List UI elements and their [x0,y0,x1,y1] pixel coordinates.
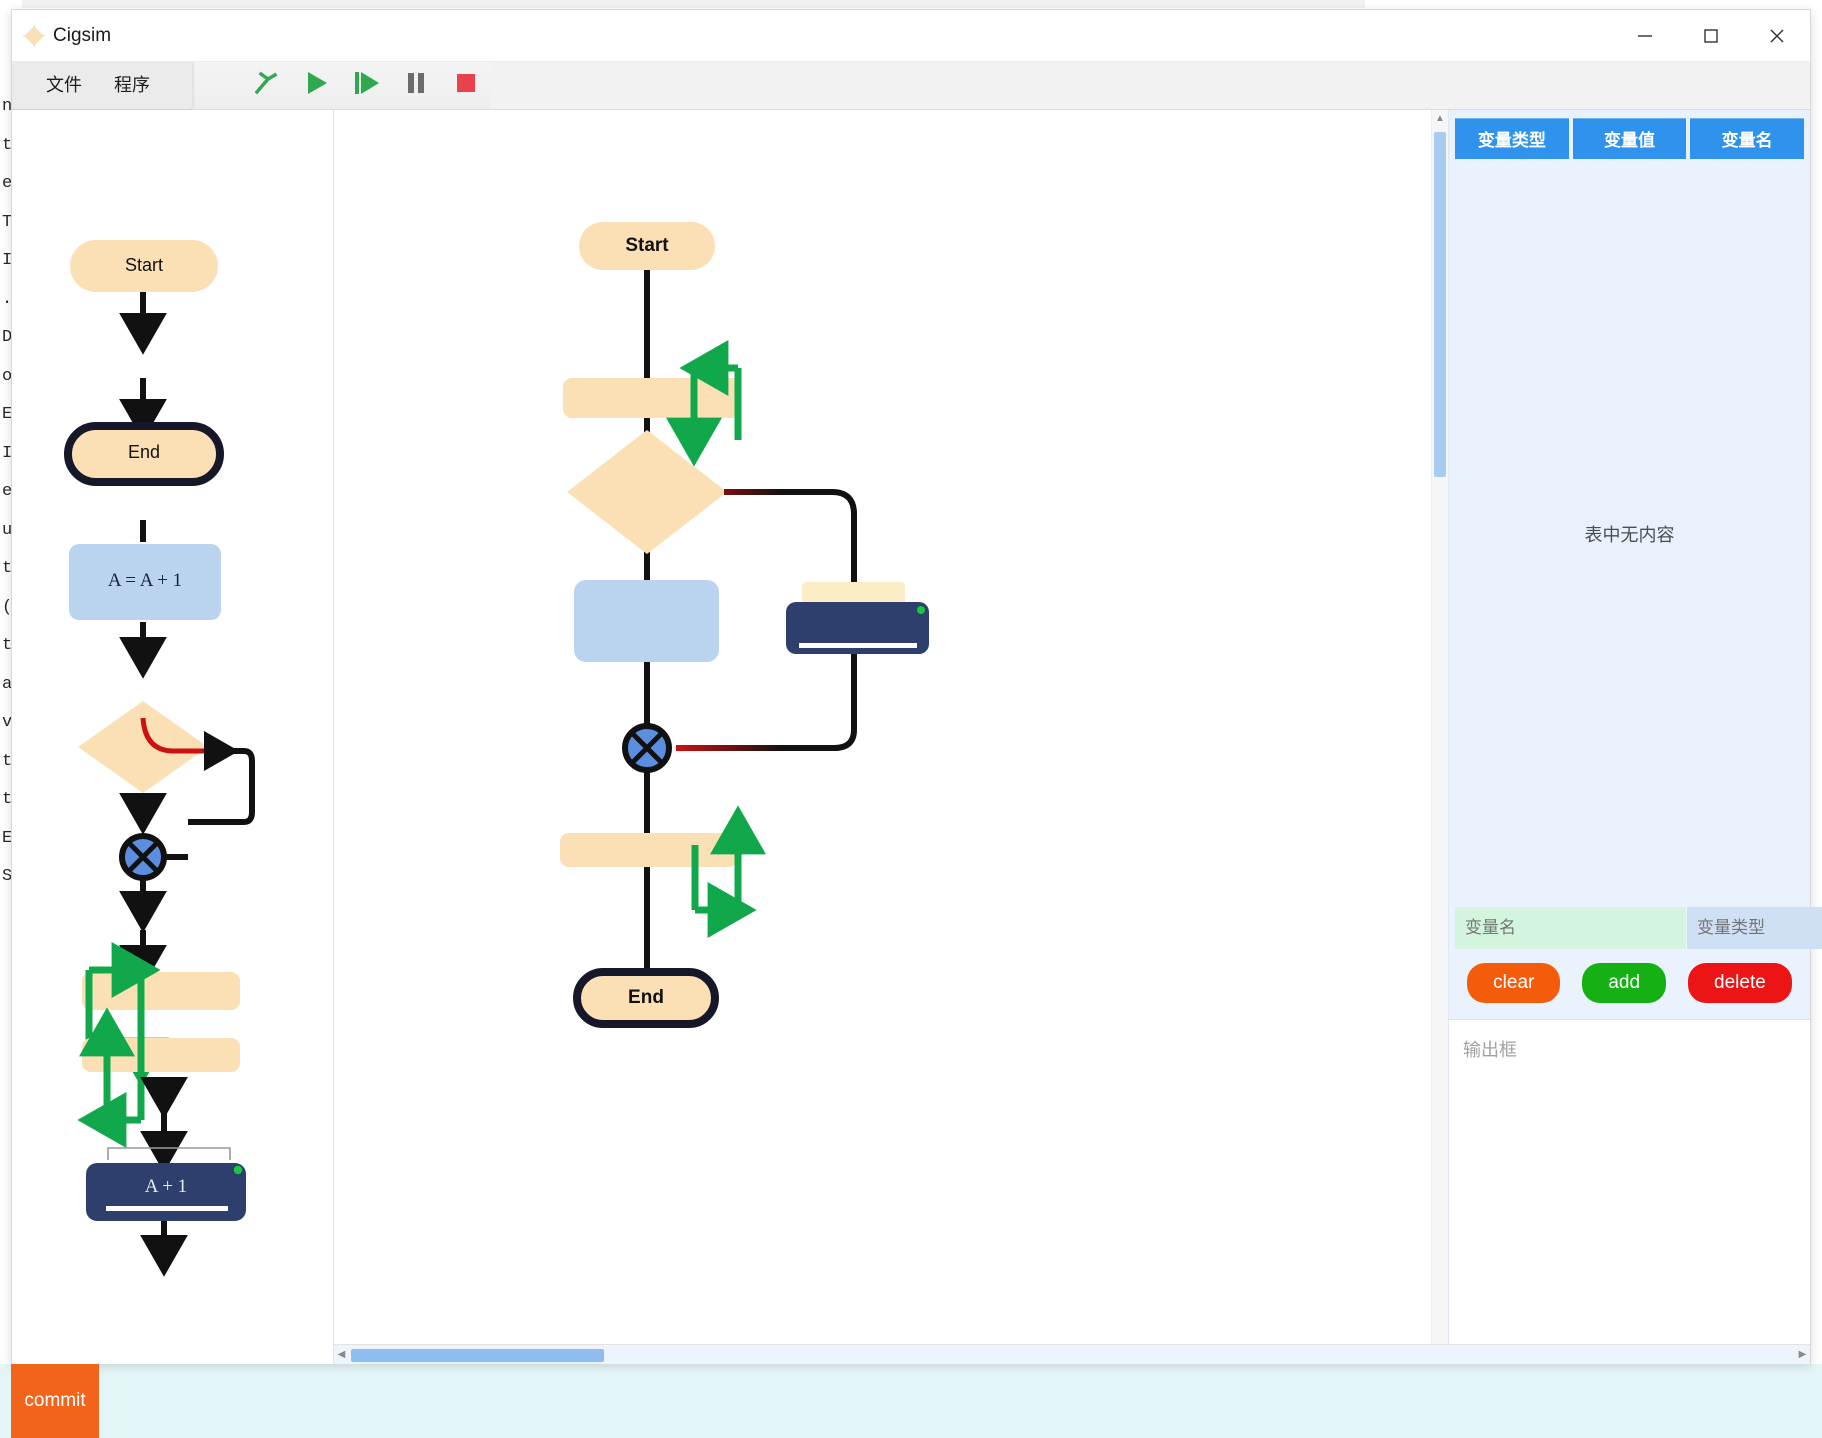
tool-button-group [241,62,491,109]
column-header-variable-type[interactable]: 变量类型 [1455,118,1569,159]
variable-table: 变量类型 变量值 变量名 表中无内容 [1449,110,1810,907]
palette-end-label: End [68,442,220,463]
menu-program[interactable]: 程序 [98,62,166,110]
variable-name-input[interactable] [1455,907,1686,949]
toolbar-spacer [491,62,1810,109]
build-hammer-button[interactable] [241,62,291,110]
work-area: Start End A = A + 1 A + 1 [12,110,1810,1364]
toolbar: 文件 程序 [12,62,1810,110]
pause-button[interactable] [391,62,441,110]
table-empty-message: 表中无内容 [1449,521,1810,547]
pause-icon [399,66,433,105]
commit-button[interactable]: commit [11,1364,99,1438]
palette-io-label: A + 1 [86,1176,246,1198]
minimize-button[interactable] [1612,10,1678,62]
delete-button[interactable]: delete [1688,963,1792,1003]
canvas-node-loop-start [563,368,741,440]
column-header-variable-name[interactable]: 变量名 [1690,118,1804,159]
menu-file[interactable]: 文件 [30,62,98,110]
canvas-node-io [786,582,929,654]
desktop-right-strip [1365,0,1822,9]
canvas-node-decision [567,430,727,554]
vertical-scroll-thumb[interactable] [1434,132,1446,477]
output-box[interactable]: 输出框 [1449,1019,1810,1364]
variable-input-row [1449,907,1810,949]
run-button[interactable] [291,62,341,110]
play-icon [299,66,333,105]
application-window: Cigsim 文件 程序 [11,9,1811,1364]
palette-node-merge [122,836,188,878]
add-button[interactable]: add [1582,963,1666,1003]
menu-bar: 文件 程序 [12,62,193,109]
variable-action-buttons: clear add delete [1449,949,1810,1019]
canvas-start-label: Start [579,235,715,257]
palette-assign-label: A = A + 1 [69,570,221,592]
canvas-node-merge [625,726,669,770]
canvas-vertical-scrollbar[interactable]: ▲ ▼ [1431,110,1448,1364]
canvas-node-assign [574,580,719,662]
canvas-horizontal-scrollbar[interactable]: ◀ ▶ [334,1344,1810,1364]
window-controls [1612,10,1810,62]
window-title: Cigsim [53,25,111,47]
clear-button[interactable]: clear [1467,963,1560,1003]
flowchart-canvas[interactable]: Start End ▲ ▼ [334,110,1448,1364]
hammer-icon [249,66,283,105]
variable-panel: 变量类型 变量值 变量名 表中无内容 clear add delete 输出框 [1448,110,1810,1364]
palette-start-label: Start [70,255,218,276]
variable-type-input[interactable] [1687,907,1822,949]
maximize-button[interactable] [1678,10,1744,62]
column-header-variable-value[interactable]: 变量值 [1573,118,1687,159]
step-button[interactable] [341,62,391,110]
horizontal-scroll-thumb[interactable] [351,1349,604,1362]
stop-button[interactable] [441,62,491,110]
bottom-bar [0,1364,1822,1438]
canvas-end-label: End [577,987,715,1009]
shape-palette[interactable]: Start End A = A + 1 A + 1 [12,110,334,1364]
scroll-left-arrow-icon[interactable]: ◀ [334,1349,349,1360]
title-bar: Cigsim [12,10,1810,62]
variable-table-header: 变量类型 变量值 变量名 [1449,110,1810,159]
variable-table-body: 表中无内容 [1449,159,1810,907]
app-diamond-icon [24,26,44,46]
stop-square-icon [449,66,483,105]
scroll-up-arrow-icon[interactable]: ▲ [1432,110,1448,127]
close-button[interactable] [1744,10,1810,62]
scroll-right-arrow-icon[interactable]: ▶ [1795,1349,1810,1360]
step-forward-icon [349,66,383,105]
